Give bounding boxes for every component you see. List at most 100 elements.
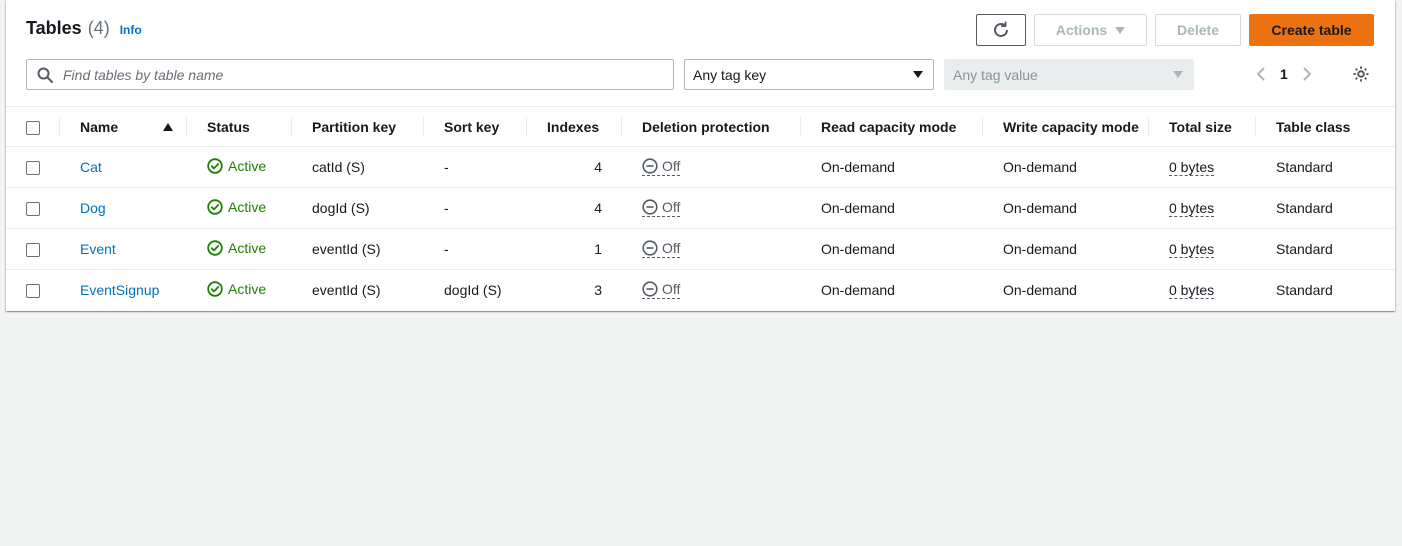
column-header-partition-key[interactable]: Partition key xyxy=(292,106,424,147)
column-header-total-size[interactable]: Total size xyxy=(1149,106,1256,147)
deletion-protection-toggle[interactable]: Off xyxy=(642,239,681,258)
row-select-cell xyxy=(6,228,60,270)
row-partition-key-cell: catId (S) xyxy=(292,146,424,188)
create-table-button[interactable]: Create table xyxy=(1249,14,1374,46)
row-total-size-cell: 0 bytes xyxy=(1149,270,1256,311)
row-read-capacity-cell: On-demand xyxy=(801,187,983,229)
column-header-sort-key[interactable]: Sort key xyxy=(424,106,527,147)
row-checkbox[interactable] xyxy=(26,161,40,176)
total-size-value[interactable]: 0 bytes xyxy=(1169,200,1215,217)
table-name-link[interactable]: Cat xyxy=(80,159,102,175)
column-header-read-capacity-label: Read capacity mode xyxy=(821,118,957,135)
row-read-capacity-cell: On-demand xyxy=(801,228,983,270)
current-page-number[interactable]: 1 xyxy=(1280,66,1288,82)
column-header-write-capacity[interactable]: Write capacity mode xyxy=(983,106,1149,147)
column-header-status[interactable]: Status xyxy=(187,106,292,147)
row-write-capacity-cell: On-demand xyxy=(983,228,1149,270)
status-badge: Active xyxy=(207,281,266,297)
column-header-table-class-label: Table class xyxy=(1276,118,1351,135)
deletion-protection-toggle[interactable]: Off xyxy=(642,157,681,176)
table-count: (4) xyxy=(87,18,110,38)
row-table-class-cell: Standard xyxy=(1256,187,1395,229)
column-header-table-class[interactable]: Table class xyxy=(1256,106,1395,147)
tables-panel: Tables (4) Info Actions Delete Create ta… xyxy=(6,0,1395,311)
column-header-name[interactable]: Name xyxy=(60,106,187,147)
page-title-text: Tables xyxy=(26,18,82,38)
row-status-cell: Active xyxy=(187,270,292,311)
row-deletion-protection-cell: Off xyxy=(622,146,801,188)
info-link[interactable]: Info xyxy=(120,23,142,37)
column-header-name-label: Name xyxy=(80,118,119,135)
row-checkbox[interactable] xyxy=(26,284,40,299)
column-header-indexes[interactable]: Indexes xyxy=(527,106,622,147)
deletion-protection-toggle[interactable]: Off xyxy=(642,280,681,299)
row-checkbox[interactable] xyxy=(26,243,40,258)
deletion-protection-toggle[interactable]: Off xyxy=(642,198,681,217)
check-circle-icon xyxy=(207,157,223,174)
column-header-write-capacity-label: Write capacity mode xyxy=(1003,118,1139,135)
row-sort-key-cell: dogId (S) xyxy=(444,282,502,299)
row-select-cell xyxy=(6,146,60,188)
row-read-capacity-cell: On-demand xyxy=(821,282,895,299)
gear-icon[interactable] xyxy=(1352,65,1370,83)
caret-down-icon xyxy=(1173,71,1183,78)
table-name-link[interactable]: Dog xyxy=(80,200,106,216)
create-table-label: Create table xyxy=(1271,22,1352,38)
search-input[interactable] xyxy=(63,66,673,83)
status-badge: Active xyxy=(207,199,266,215)
status-text: Active xyxy=(228,198,267,215)
tag-value-select: Any tag value xyxy=(944,59,1194,90)
column-header-deletion-protection[interactable]: Deletion protection xyxy=(622,106,801,147)
refresh-button[interactable] xyxy=(976,14,1026,46)
minus-circle-icon xyxy=(642,239,658,256)
minus-circle-icon xyxy=(642,198,658,215)
status-badge: Active xyxy=(207,158,266,174)
total-size-value[interactable]: 0 bytes xyxy=(1169,241,1215,258)
search-field[interactable] xyxy=(26,59,674,90)
delete-label: Delete xyxy=(1176,22,1220,38)
column-header-read-capacity[interactable]: Read capacity mode xyxy=(801,106,983,147)
delete-button[interactable]: Delete xyxy=(1155,14,1241,46)
select-all-checkbox[interactable] xyxy=(26,120,40,135)
table-row: Event Active eventId (S) - 1 Off On-dema… xyxy=(6,228,1395,270)
row-name-cell: Event xyxy=(60,228,187,270)
deletion-protection-text: Off xyxy=(662,239,681,256)
caret-down-icon xyxy=(913,71,923,78)
table-row: Dog Active dogId (S) - 4 Off On-demand O… xyxy=(6,187,1395,229)
next-page-icon[interactable] xyxy=(1302,66,1312,82)
row-total-size-cell: 0 bytes xyxy=(1149,228,1256,270)
sort-ascending-icon xyxy=(163,123,173,131)
column-header-sort-key-label: Sort key xyxy=(444,118,500,135)
row-indexes-cell: 4 xyxy=(527,146,622,188)
row-table-class-cell: Standard xyxy=(1276,282,1333,299)
tables-table: Name Status Partition key Sort key Index… xyxy=(6,106,1395,311)
check-circle-icon xyxy=(207,281,223,297)
row-status-cell: Active xyxy=(187,187,292,229)
row-total-size-cell: 0 bytes xyxy=(1149,187,1256,229)
row-checkbox[interactable] xyxy=(26,202,40,217)
row-select-cell xyxy=(6,270,60,311)
table-name-link[interactable]: EventSignup xyxy=(80,282,159,298)
refresh-icon xyxy=(992,21,1010,39)
minus-circle-icon xyxy=(642,157,658,174)
row-indexes-cell: 4 xyxy=(527,187,622,229)
deletion-protection-text: Off xyxy=(662,280,681,297)
column-header-partition-key-label: Partition key xyxy=(312,118,397,135)
row-sort-key-cell: - xyxy=(424,228,527,270)
row-name-cell: EventSignup xyxy=(60,270,187,311)
total-size-value[interactable]: 0 bytes xyxy=(1169,159,1215,176)
select-all-cell xyxy=(6,106,60,147)
previous-page-icon[interactable] xyxy=(1256,66,1266,82)
table-name-link[interactable]: Event xyxy=(80,241,116,257)
row-write-capacity-cell: On-demand xyxy=(1003,282,1077,299)
row-status-cell: Active xyxy=(187,146,292,188)
total-size-value[interactable]: 0 bytes xyxy=(1169,282,1215,300)
tag-key-select[interactable]: Any tag key xyxy=(684,59,934,90)
row-sort-key-cell: - xyxy=(424,146,527,188)
row-name-cell: Cat xyxy=(60,146,187,188)
row-deletion-protection-cell: Off xyxy=(622,270,801,311)
caret-down-icon xyxy=(1115,26,1126,34)
row-sort-key-cell: - xyxy=(424,187,527,229)
actions-dropdown-button[interactable]: Actions xyxy=(1034,14,1147,46)
minus-circle-icon xyxy=(642,281,658,297)
